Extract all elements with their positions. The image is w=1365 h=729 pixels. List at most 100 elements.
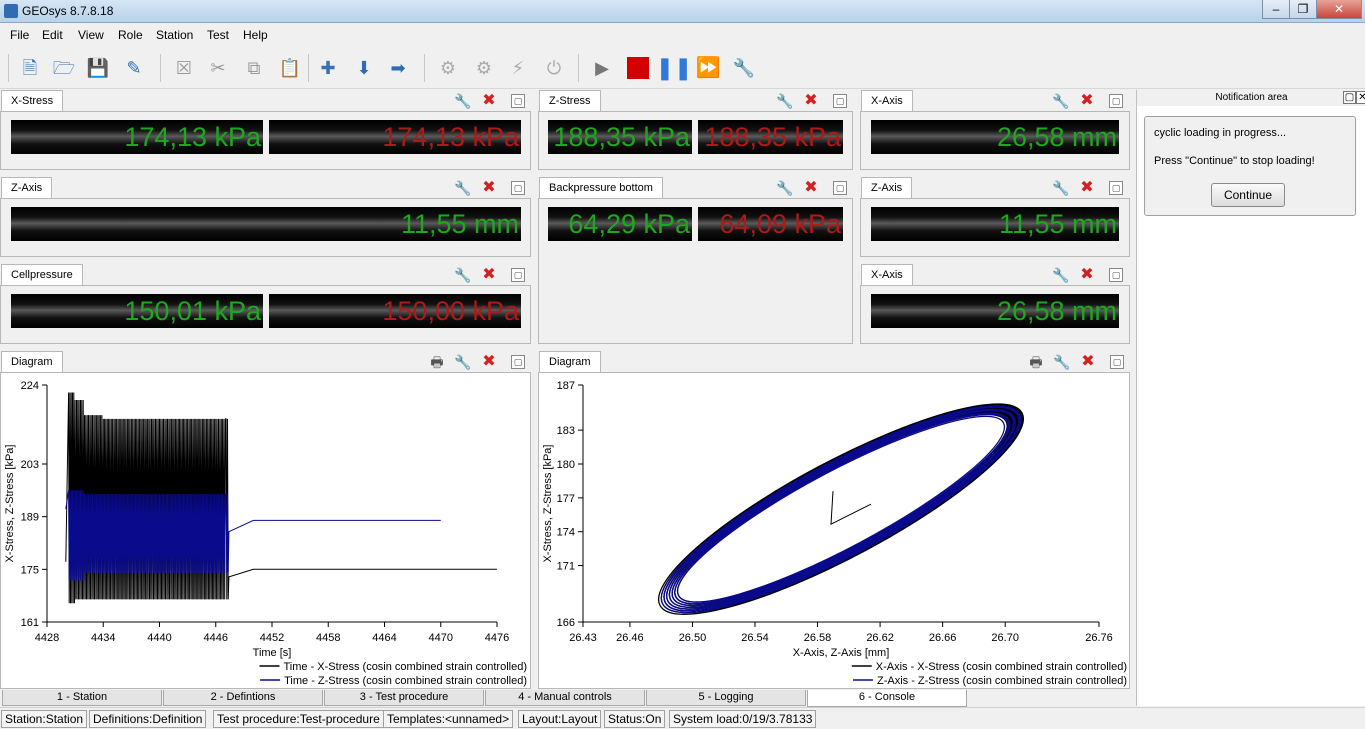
stop-icon[interactable] bbox=[626, 56, 650, 80]
panel-tab-z-axis[interactable]: Z-Axis bbox=[861, 177, 913, 198]
close-panel-icon[interactable]: ✖ bbox=[802, 179, 820, 197]
notification-message: cyclic loading in progress... bbox=[1154, 127, 1287, 139]
close-panel-icon[interactable]: ✖ bbox=[480, 266, 498, 284]
power-icon[interactable]: ⏻ bbox=[542, 56, 566, 80]
minimize-button[interactable]: – bbox=[1262, 0, 1290, 19]
connect-icon[interactable]: ⚙ bbox=[436, 56, 460, 80]
panel-tab-x-axis[interactable]: X-Axis bbox=[861, 264, 913, 285]
cut-icon[interactable]: ✂ bbox=[206, 56, 230, 80]
tool-icon[interactable]: 🔧 bbox=[732, 56, 756, 80]
menu-test[interactable]: Test bbox=[207, 28, 229, 42]
open-folder-icon[interactable]: 🗁 bbox=[52, 56, 76, 80]
close-panel-icon[interactable]: ✖ bbox=[480, 92, 498, 110]
tab-definitions[interactable]: 2 - Defintions bbox=[163, 690, 323, 706]
panel-tab-x-stress[interactable]: X-Stress bbox=[1, 90, 64, 111]
y-tick-label: 187 bbox=[557, 380, 575, 392]
delete-icon[interactable]: ☒ bbox=[172, 56, 196, 80]
settings-wrench-icon[interactable]: 🔧 bbox=[1052, 266, 1070, 284]
arrow-down-icon[interactable]: ⬇ bbox=[352, 56, 376, 80]
settings-wrench-icon[interactable]: 🔧 bbox=[1052, 179, 1070, 197]
settings-wrench-icon[interactable]: 🔧 bbox=[454, 353, 472, 371]
print-icon[interactable]: 🖶 bbox=[1027, 353, 1045, 371]
panel-tab-backpressure[interactable]: Backpressure bottom bbox=[539, 177, 663, 198]
panel-tab-z-axis[interactable]: Z-Axis bbox=[1, 177, 53, 198]
menu-view[interactable]: View bbox=[78, 28, 104, 42]
close-panel-icon[interactable]: ✖ bbox=[480, 179, 498, 197]
menu-help[interactable]: Help bbox=[243, 28, 268, 42]
panel-tab-cellpressure[interactable]: Cellpressure bbox=[1, 264, 83, 285]
x-tick-label: 4452 bbox=[260, 632, 284, 644]
close-panel-icon[interactable]: ✖ bbox=[480, 353, 498, 371]
tab-console[interactable]: 6 - Console bbox=[807, 690, 967, 707]
x-axis-panel: X-Axis 🔧 ✖ ▢ 26,58 mm bbox=[860, 264, 1130, 344]
settings-wrench-icon[interactable]: 🔧 bbox=[454, 266, 472, 284]
close-panel-icon[interactable]: ✖ bbox=[802, 92, 820, 110]
settings-wrench-icon[interactable]: 🔧 bbox=[776, 179, 794, 197]
tab-test-procedure[interactable]: 3 - Test procedure bbox=[324, 690, 484, 706]
float-panel-icon[interactable]: ▢ bbox=[511, 94, 525, 108]
title-bar: GEOsys 8.7.8.18 – ❐ ✕ bbox=[0, 0, 1365, 23]
settings-wrench-icon[interactable]: 🔧 bbox=[454, 92, 472, 110]
series-loop-2 bbox=[666, 408, 1016, 610]
float-panel-icon[interactable]: ▢ bbox=[833, 94, 847, 108]
menu-edit[interactable]: Edit bbox=[42, 28, 63, 42]
maximize-button[interactable]: ❐ bbox=[1289, 0, 1317, 19]
initial-loading-path bbox=[830, 491, 872, 525]
float-panel-icon[interactable]: ▢ bbox=[1109, 94, 1123, 108]
add-icon[interactable]: ✚ bbox=[316, 56, 340, 80]
panel-tab-x-axis[interactable]: X-Axis bbox=[861, 90, 913, 111]
close-icon[interactable]: ✕ bbox=[1356, 91, 1365, 104]
settings-wrench-icon[interactable]: 🔧 bbox=[1053, 353, 1071, 371]
power-lightning-icon[interactable]: ⚡ bbox=[506, 56, 530, 80]
float-panel-icon[interactable]: ▢ bbox=[1109, 181, 1123, 195]
menu-role[interactable]: Role bbox=[118, 28, 143, 42]
tab-manual-controls[interactable]: 4 - Manual controls bbox=[485, 690, 645, 706]
series-loop-2 bbox=[674, 412, 1010, 605]
copy-icon[interactable]: ⧉ bbox=[242, 56, 266, 80]
disconnect-icon[interactable]: ⚙ bbox=[472, 56, 496, 80]
float-panel-icon[interactable]: ▢ bbox=[511, 355, 525, 369]
play-icon[interactable]: ▶ bbox=[590, 56, 614, 80]
save-icon[interactable]: 💾 bbox=[86, 56, 110, 80]
settings-wrench-icon[interactable]: 🔧 bbox=[1052, 92, 1070, 110]
float-panel-icon[interactable]: ▢ bbox=[833, 181, 847, 195]
float-panel-icon[interactable]: ▢ bbox=[1109, 268, 1123, 282]
lcd-display: 174,13 kPa bbox=[269, 120, 521, 154]
menu-file[interactable]: File bbox=[10, 28, 29, 42]
close-panel-icon[interactable]: ✖ bbox=[1079, 353, 1097, 371]
window-title: GEOsys 8.7.8.18 bbox=[22, 4, 114, 18]
toolbar-separator bbox=[578, 54, 579, 82]
panel-tab-z-stress[interactable]: Z-Stress bbox=[539, 90, 601, 111]
tab-logging[interactable]: 5 - Logging bbox=[646, 690, 806, 706]
x-tick-label: 26.62 bbox=[866, 632, 894, 644]
status-templates: Templates:<unnamed> bbox=[383, 710, 514, 728]
float-panel-icon[interactable]: ▢ bbox=[511, 181, 525, 195]
continue-button[interactable]: Continue bbox=[1211, 183, 1285, 207]
arrow-right-icon[interactable]: ➡ bbox=[386, 56, 410, 80]
axis-stress-chart: 26.43 26.46 26.50 26.54 26.58 26.62 26.66 26.70… bbox=[542, 380, 1127, 687]
pause-icon[interactable]: ❚❚ bbox=[656, 56, 693, 80]
panel-tab-diagram[interactable]: Diagram bbox=[1, 351, 63, 372]
close-panel-icon[interactable]: ✖ bbox=[1078, 266, 1096, 284]
edit-icon[interactable]: ✎ bbox=[122, 56, 146, 80]
fast-forward-icon[interactable]: ⏩ bbox=[696, 56, 721, 80]
y-tick-label: 175 bbox=[21, 564, 39, 576]
x-tick-label: 4458 bbox=[316, 632, 340, 644]
menu-station[interactable]: Station bbox=[156, 28, 193, 42]
panel-tab-diagram[interactable]: Diagram bbox=[539, 351, 601, 372]
tab-station[interactable]: 1 - Station bbox=[2, 690, 162, 706]
settings-wrench-icon[interactable]: 🔧 bbox=[776, 92, 794, 110]
new-file-icon[interactable]: 🗎 bbox=[18, 56, 42, 80]
close-panel-icon[interactable]: ✖ bbox=[1078, 179, 1096, 197]
close-window-button[interactable]: ✕ bbox=[1316, 0, 1362, 19]
settings-wrench-icon[interactable]: 🔧 bbox=[454, 179, 472, 197]
print-icon[interactable]: 🖶 bbox=[428, 353, 446, 371]
lcd-display: 188,35 kPa bbox=[698, 120, 843, 154]
close-panel-icon[interactable]: ✖ bbox=[1078, 92, 1096, 110]
float-panel-icon[interactable]: ▢ bbox=[511, 268, 525, 282]
paste-icon[interactable]: 📋 bbox=[278, 56, 302, 80]
float-panel-icon[interactable]: ▢ bbox=[1110, 355, 1124, 369]
app-icon bbox=[4, 4, 18, 18]
float-icon[interactable]: ▢ bbox=[1343, 91, 1356, 104]
lcd-display: 188,35 kPa bbox=[548, 120, 692, 154]
